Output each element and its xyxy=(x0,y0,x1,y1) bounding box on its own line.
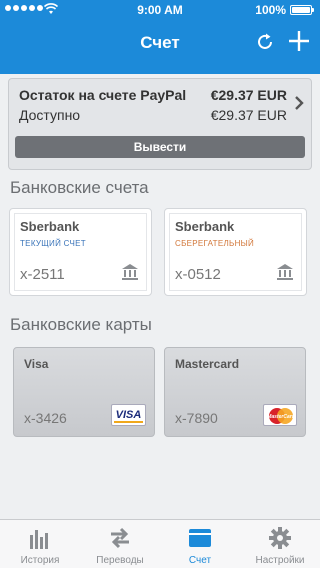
card-number: x-3426 xyxy=(24,410,67,426)
account-number: x-0512 xyxy=(175,266,221,283)
status-bar: 9:00 AM 100% xyxy=(0,0,320,20)
account-number: x-2511 xyxy=(20,266,65,283)
tab-label: Переводы xyxy=(96,555,144,566)
gear-icon xyxy=(269,527,291,549)
bank-cards-title: Банковские карты xyxy=(10,315,152,334)
mastercard-logo: MasterCard xyxy=(263,404,297,426)
bank-card-tile[interactable]: Mastercard x-7890 MasterCard xyxy=(164,347,306,437)
bank-card-tile[interactable]: Visa x-3426 VISA xyxy=(13,347,155,437)
available-value: €29.37 EUR xyxy=(210,107,287,123)
available-row: Доступно €29.37 EUR xyxy=(19,107,287,123)
account-type: СБЕРЕГАТЕЛЬНЫЙ xyxy=(175,239,255,248)
bank-account-tile[interactable]: Sberbank ТЕКУЩИЙ СЧЕТ x-2511 xyxy=(9,208,152,296)
tab-account[interactable]: Счет xyxy=(160,520,240,568)
tab-history[interactable]: История xyxy=(0,520,80,568)
balance-value: €29.37 EUR xyxy=(210,87,287,103)
balance-row: Остаток на счете PayPal €29.37 EUR xyxy=(19,87,287,103)
chevron-right-icon xyxy=(295,96,304,110)
tab-settings[interactable]: Настройки xyxy=(240,520,320,568)
bank-account-tile[interactable]: Sberbank СБЕРЕГАТЕЛЬНЫЙ x-0512 xyxy=(164,208,307,296)
bank-accounts-title: Банковские счета xyxy=(10,178,149,197)
header: 9:00 AM 100% Счет xyxy=(0,0,320,74)
bar-chart-icon xyxy=(30,530,48,549)
card-number: x-7890 xyxy=(175,410,218,426)
withdraw-button[interactable]: Вывести xyxy=(15,136,305,158)
bank-name: Sberbank xyxy=(20,219,80,234)
transfer-arrows-icon xyxy=(111,527,129,549)
battery-percent: 100% xyxy=(255,3,286,17)
balance-label: Остаток на счете PayPal xyxy=(19,87,187,103)
bank-name: Sberbank xyxy=(175,219,235,234)
battery-icon xyxy=(290,5,314,15)
refresh-icon[interactable] xyxy=(254,31,276,53)
card-name: Visa xyxy=(24,357,49,371)
available-label: Доступно xyxy=(19,107,81,123)
bank-building-icon xyxy=(277,264,293,280)
paypal-balance-card[interactable]: Остаток на счете PayPal €29.37 EUR Досту… xyxy=(8,78,312,170)
tab-transfers[interactable]: Переводы xyxy=(80,520,160,568)
tab-label: Счет xyxy=(188,555,212,566)
tab-label: Настройки xyxy=(255,555,305,566)
mastercard-logo-text: MasterCard xyxy=(267,414,295,420)
tab-bar: История Переводы Счет Настройки xyxy=(0,519,320,568)
tab-label: История xyxy=(20,555,60,566)
add-button[interactable] xyxy=(286,28,312,54)
wallet-icon xyxy=(189,529,211,547)
account-type: ТЕКУЩИЙ СЧЕТ xyxy=(20,239,86,248)
card-name: Mastercard xyxy=(175,357,240,371)
bank-building-icon xyxy=(122,264,138,280)
visa-logo: VISA xyxy=(111,404,146,426)
